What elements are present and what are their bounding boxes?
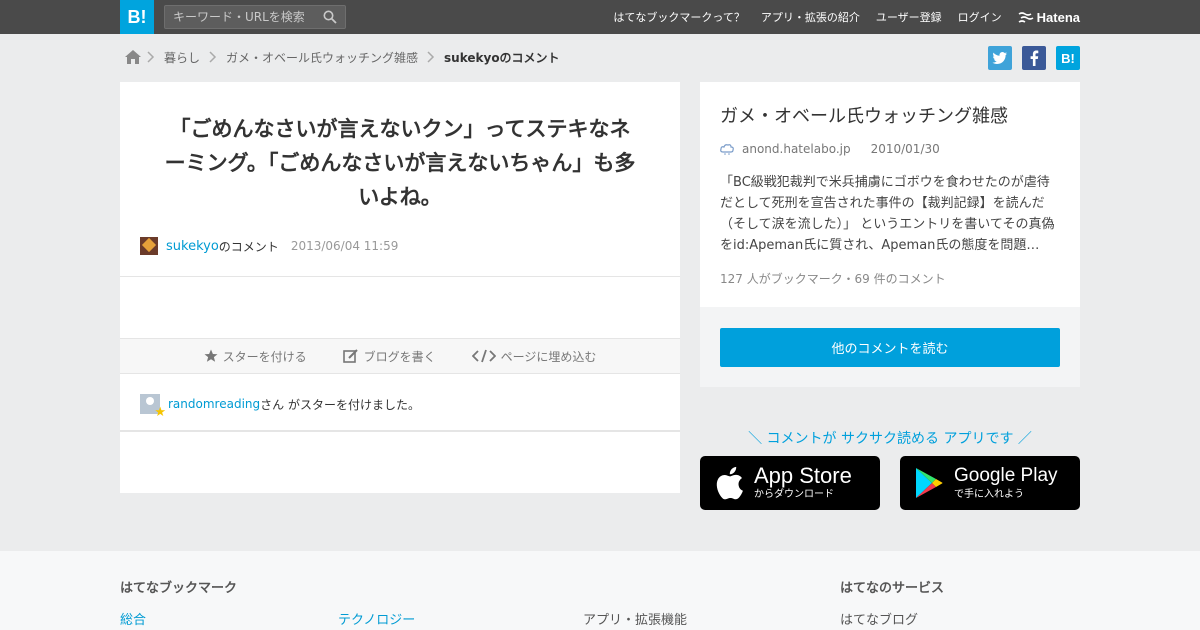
entry-date: 2010/01/30 (870, 142, 940, 156)
breadcrumb-current: sukekyoのコメント (444, 50, 560, 65)
footer-link-hatena-blog[interactable]: はてなブログ (840, 609, 918, 628)
share-buttons: B! (988, 46, 1080, 70)
global-header: B! はてなブックマークって？ アプリ・拡張の紹介 ユーザー登録 ログイン Ha… (0, 0, 1200, 34)
comment-actions: スターを付ける ブログを書く ページに埋め込む (120, 338, 680, 374)
read-more-area: 他のコメントを読む (700, 307, 1080, 387)
favicon-icon (720, 144, 734, 155)
footer-link-apps[interactable]: アプリ・拡張機能 (583, 609, 687, 628)
chevron-right-icon (142, 46, 160, 68)
google-play-icon (916, 468, 943, 498)
breadcrumb: 暮らし ガメ・オベール氏ウォッチング雑感 sukekyoのコメント (124, 46, 564, 68)
app-store-button[interactable]: App Store からダウンロード (700, 456, 880, 510)
divider (120, 430, 680, 432)
star-text: さん がスターを付けました。 (260, 397, 420, 412)
hatena-brand[interactable]: Hatena (1018, 10, 1080, 25)
twitter-icon (992, 52, 1007, 64)
entry-summary: 「BC級戦犯裁判で米兵捕虜にゴボウを食わせたのが虐待だとして死刑を宣告された事件… (720, 175, 1055, 253)
nav-login[interactable]: ログイン (958, 9, 1002, 25)
search-box (164, 5, 346, 29)
entry-meta: anond.hatelabo.jp 2010/01/30 (720, 142, 940, 156)
write-blog-label: ブログを書く (363, 349, 436, 364)
comment-card: 「ごめんなさいが言えないクン」ってステキなネーミング。「ごめんなさいが言えないち… (120, 82, 680, 493)
facebook-icon (1030, 50, 1039, 66)
facebook-share-button[interactable] (1022, 46, 1046, 70)
star-icon: ★ (154, 405, 166, 420)
google-play-label: Google Play (954, 465, 1058, 486)
code-icon (471, 349, 496, 363)
chevron-right-icon (422, 46, 440, 68)
add-star-button[interactable]: スターを付ける (204, 348, 307, 365)
app-store-label: App Store (754, 463, 852, 488)
edit-icon (342, 349, 358, 363)
comment-text: 「ごめんなさいが言えないクン」ってステキなネーミング。「ごめんなさいが言えないち… (164, 117, 636, 209)
entry-title[interactable]: ガメ・オベール氏ウォッチング雑感 (720, 102, 1008, 128)
avatar[interactable]: ★ (140, 394, 166, 420)
comment-user-link[interactable]: sukekyo (166, 239, 219, 254)
hatena-share-button[interactable]: B! (1056, 46, 1080, 70)
header-nav: はてなブックマークって？ アプリ・拡張の紹介 ユーザー登録 ログイン Haten… (613, 0, 1080, 34)
app-promo-tagline: ＼ コメントが サクサク読める アプリです ／ (748, 431, 1032, 447)
embed-label: ページに埋め込む (500, 349, 597, 364)
search-icon[interactable] (323, 10, 337, 24)
add-star-label: スターを付ける (222, 349, 307, 364)
hatena-logo-icon (1018, 12, 1034, 23)
footer: はてなブックマーク はてなのサービス 総合 テクノロジー アプリ・拡張機能 はて… (0, 551, 1200, 630)
comment-meta: sukekyo のコメント 2013/06/04 11:59 (140, 237, 398, 255)
write-blog-button[interactable]: ブログを書く (342, 348, 436, 365)
footer-link-technology[interactable]: テクノロジー (338, 609, 415, 628)
nav-about[interactable]: はてなブックマークって？ (613, 9, 744, 25)
app-store-text: App Store からダウンロード (754, 464, 852, 502)
search-input[interactable] (165, 6, 315, 28)
star-icon (204, 349, 218, 362)
comment-suffix: のコメント (218, 239, 279, 254)
nav-apps[interactable]: アプリ・拡張の紹介 (761, 9, 860, 25)
apple-icon (716, 466, 743, 500)
nav-register[interactable]: ユーザー登録 (876, 9, 942, 25)
star-user-link[interactable]: randomreading (168, 397, 260, 411)
footer-heading-bookmark: はてなブックマーク (120, 581, 238, 596)
google-play-button[interactable]: Google Play で手に入れよう (900, 456, 1080, 510)
embed-button[interactable]: ページに埋め込む (471, 348, 597, 365)
comment-timestamp[interactable]: 2013/06/04 11:59 (291, 239, 399, 253)
google-play-sublabel: で手に入れよう (954, 489, 1024, 500)
hatena-bookmark-logo[interactable]: B! (120, 0, 154, 34)
divider (120, 276, 680, 277)
twitter-share-button[interactable] (988, 46, 1012, 70)
footer-heading-services: はてなのサービス (840, 581, 945, 596)
read-other-comments-button[interactable]: 他のコメントを読む (720, 328, 1060, 367)
footer-link-all[interactable]: 総合 (120, 609, 146, 628)
home-icon[interactable] (124, 49, 142, 65)
chevron-right-icon (204, 46, 222, 68)
breadcrumb-entry[interactable]: ガメ・オベール氏ウォッチング雑感 (222, 49, 422, 66)
entry-counts: 127 人がブックマーク・69 件のコメント (720, 272, 946, 286)
breadcrumb-category[interactable]: 暮らし (160, 49, 204, 66)
avatar[interactable] (140, 237, 158, 255)
star-list-item: ★ randomreading さん がスターを付けました。 (140, 394, 420, 420)
app-store-sublabel: からダウンロード (754, 489, 834, 500)
entry-domain[interactable]: anond.hatelabo.jp (742, 142, 851, 156)
hatena-brand-label: Hatena (1036, 9, 1080, 25)
google-play-text: Google Play で手に入れよう (954, 464, 1058, 502)
